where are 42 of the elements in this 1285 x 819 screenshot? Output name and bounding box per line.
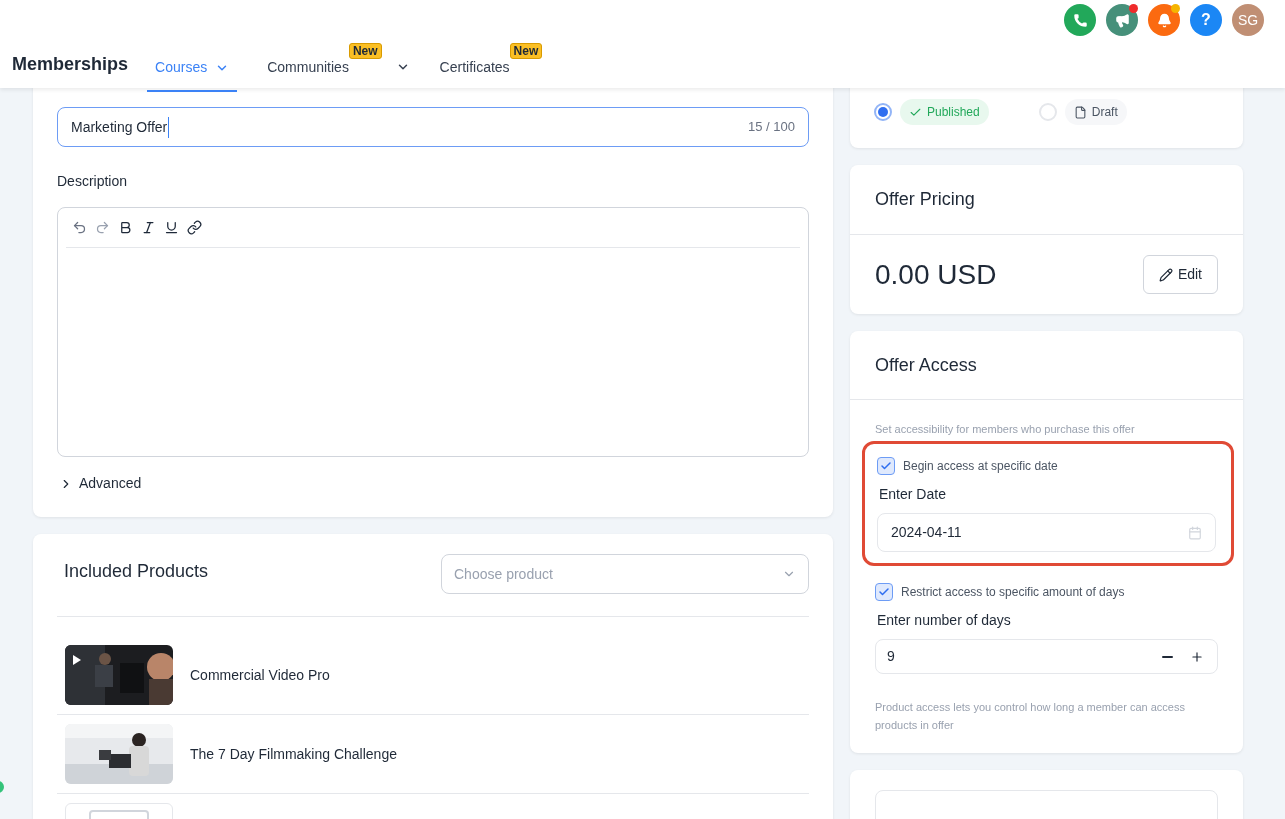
character-counter: 15 / 100 <box>748 118 795 137</box>
checkbox-label: Begin access at specific date <box>903 458 1058 475</box>
price-amount: 0.00 USD <box>875 257 997 292</box>
checkbox[interactable] <box>875 583 893 601</box>
new-badge: New <box>348 43 382 59</box>
access-description: Set accessibility for members who purchase this offer <box>874 422 1136 436</box>
status-pill: Draft <box>1064 99 1127 125</box>
megaphone-icon <box>1114 12 1130 28</box>
product-name[interactable]: The 7 Day Filmmaking Challenge <box>190 743 397 765</box>
help-button[interactable]: ? <box>1190 4 1222 36</box>
help-text: Product access lets you control how long a member can access products in offer <box>874 700 1186 733</box>
radio-button[interactable] <box>874 103 892 121</box>
link-icon[interactable] <box>185 218 204 237</box>
section-title: Offer Pricing <box>875 188 975 211</box>
check-icon <box>880 460 892 472</box>
title-field[interactable]: Marketing Offer 15 / 100 <box>57 107 809 147</box>
megaphone-button[interactable] <box>1106 4 1138 36</box>
bell-icon <box>1156 12 1172 28</box>
checkbox-label: Restrict access to specific amount of days <box>901 584 1125 601</box>
field-label: Enter Date <box>879 485 947 504</box>
checkbox[interactable] <box>877 457 895 475</box>
document-icon <box>1073 105 1087 119</box>
section-title: Included Products <box>64 560 209 583</box>
advanced-toggle[interactable]: Advanced <box>57 473 142 494</box>
calendar-icon <box>1188 525 1202 540</box>
check-icon <box>878 586 890 598</box>
phone-button[interactable] <box>1064 4 1096 36</box>
notifications-button[interactable] <box>1148 4 1180 36</box>
status-pill: Published <box>900 99 989 125</box>
number-field[interactable]: 9 <box>875 639 1218 674</box>
section-title: Offer Access <box>875 353 977 377</box>
pencil-icon <box>1158 267 1173 282</box>
page-title: Memberships <box>12 53 129 76</box>
product-name[interactable]: Commercial Video Pro <box>190 664 330 686</box>
phone-icon <box>1072 12 1088 28</box>
field-label: Description <box>57 172 129 191</box>
field-label: Enter number of days <box>877 611 1012 630</box>
plus-icon <box>1190 649 1204 664</box>
edit-button[interactable]: Edit <box>1142 255 1218 294</box>
minus-icon <box>1161 655 1173 658</box>
date-field[interactable]: 2024-04-11 <box>877 513 1216 552</box>
new-badge: New <box>509 43 543 59</box>
